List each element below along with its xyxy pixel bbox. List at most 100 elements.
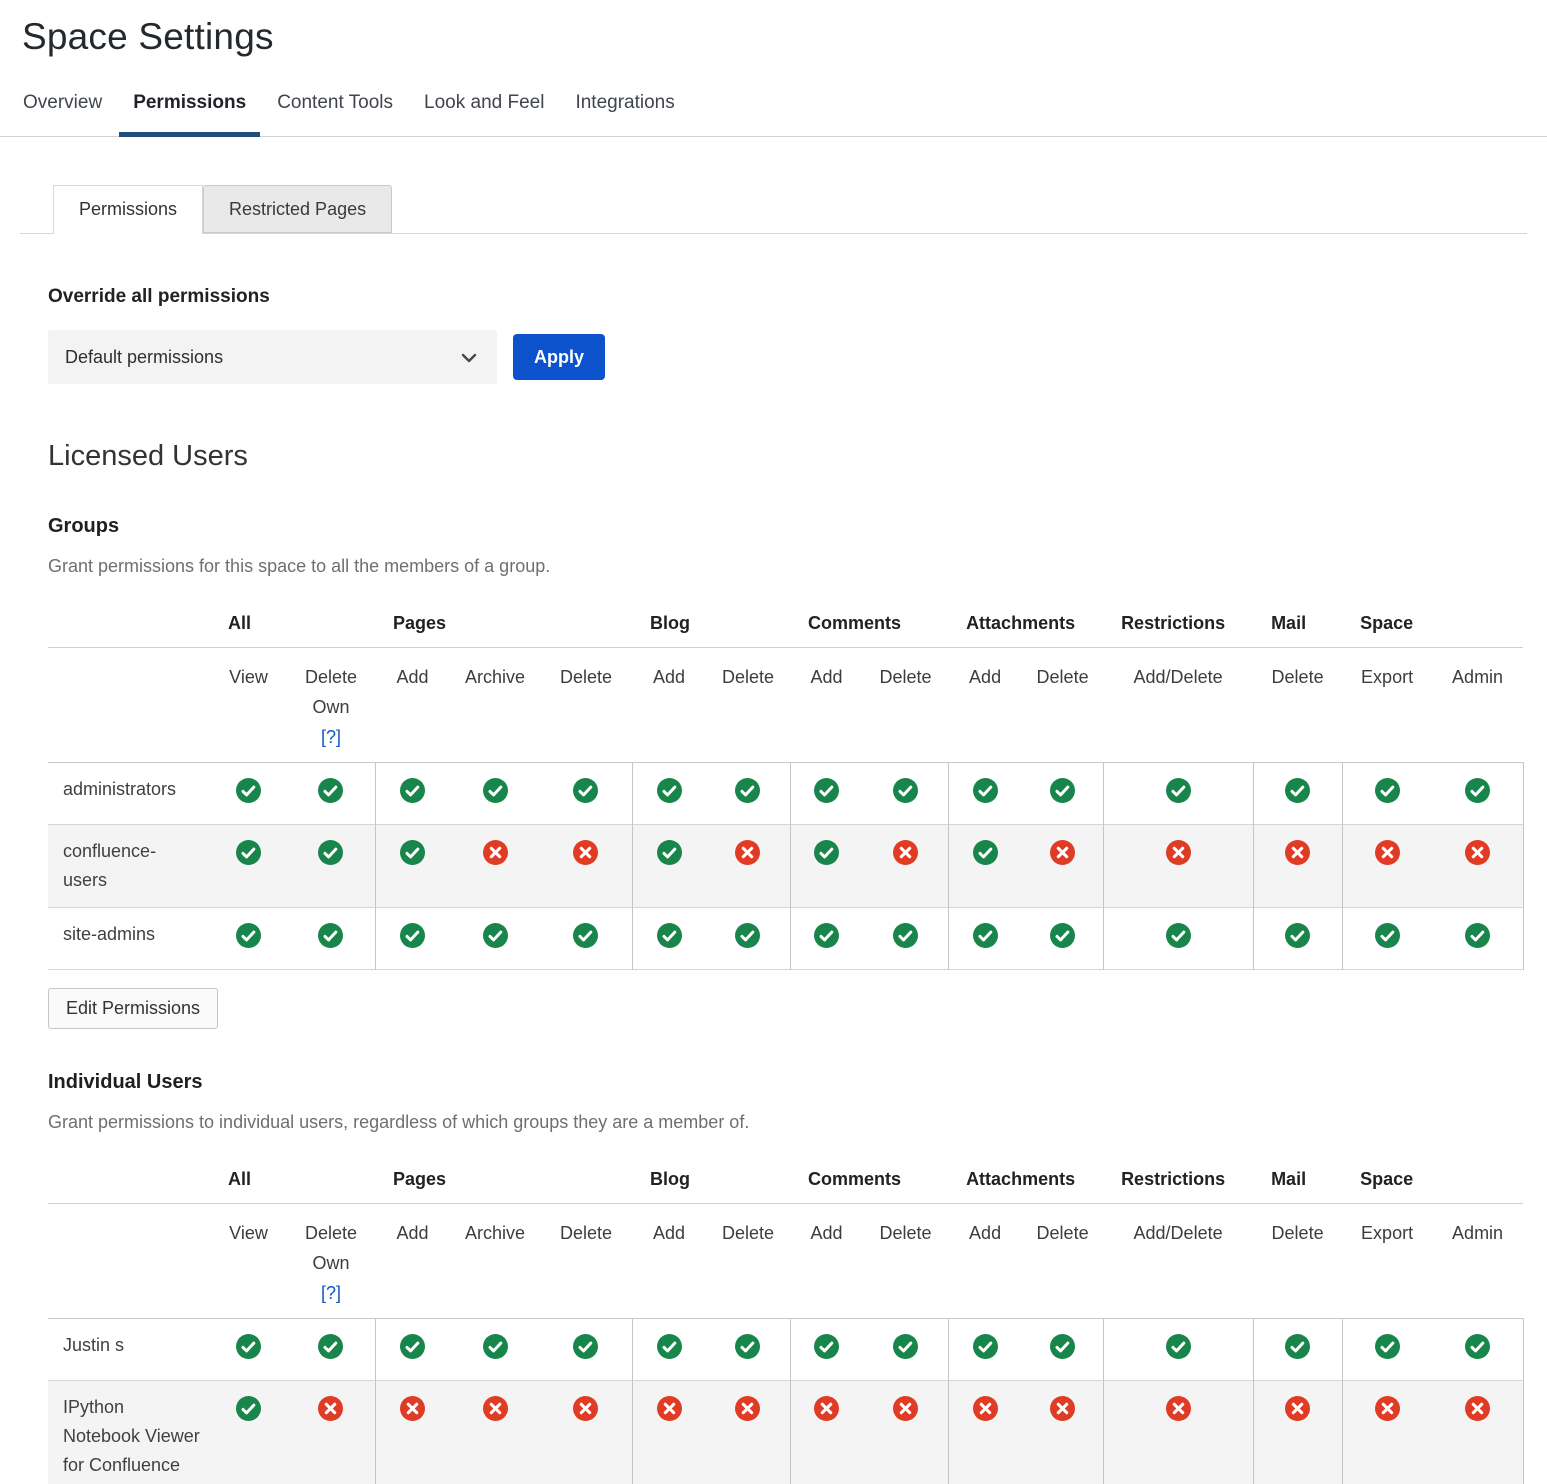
permission-allowed-icon	[573, 923, 598, 948]
permission-cell	[210, 763, 287, 825]
permission-allowed-icon	[735, 1334, 760, 1359]
permission-denied-icon	[573, 1396, 598, 1421]
permission-allowed-icon	[657, 1334, 682, 1359]
column-group-restrictions: Restrictions	[1103, 1159, 1253, 1204]
subtab-restricted-pages[interactable]: Restricted Pages	[203, 185, 392, 233]
permission-allowed-icon	[893, 1334, 918, 1359]
column-header-add: Add	[790, 648, 863, 763]
permission-allowed-icon	[1166, 923, 1191, 948]
permission-allowed-icon	[1375, 923, 1400, 948]
permission-row: IPython Notebook Viewer for Confluence	[48, 1381, 1523, 1484]
permission-cell	[790, 1381, 863, 1484]
nav-tab-overview[interactable]: Overview	[22, 92, 103, 136]
permission-denied-icon	[400, 1396, 425, 1421]
permission-cell	[287, 908, 375, 970]
permission-allowed-icon	[318, 778, 343, 803]
permission-denied-icon	[1050, 840, 1075, 865]
delete-own-help-link[interactable]: [?]	[287, 722, 375, 752]
nav-tab-permissions[interactable]: Permissions	[132, 92, 247, 136]
column-header-admin: Admin	[1432, 1204, 1523, 1319]
permission-cell	[1342, 908, 1432, 970]
permission-cell	[375, 1319, 450, 1381]
permission-cell	[1022, 1381, 1103, 1484]
permission-cell	[1103, 1381, 1253, 1484]
permission-row: administrators	[48, 763, 1523, 825]
permission-row: site-admins	[48, 908, 1523, 970]
delete-own-help-link[interactable]: [?]	[287, 1278, 375, 1308]
permission-cell	[632, 1381, 706, 1484]
column-header-add: Add	[375, 1204, 450, 1319]
column-header-delete: Delete	[863, 1204, 948, 1319]
permission-cell	[1253, 1381, 1342, 1484]
permission-cell	[287, 763, 375, 825]
column-header-delete: Delete	[540, 648, 632, 763]
permission-allowed-icon	[814, 840, 839, 865]
row-label-column-subheader	[48, 1204, 210, 1319]
permission-cell	[790, 1319, 863, 1381]
override-permissions-heading: Override all permissions	[48, 286, 1523, 308]
permission-cell	[287, 1319, 375, 1381]
permission-cell	[450, 908, 540, 970]
permission-denied-icon	[657, 1396, 682, 1421]
column-header-delete-own: Delete Own[?]	[287, 1204, 375, 1319]
permission-denied-icon	[1166, 1396, 1191, 1421]
permission-allowed-icon	[814, 778, 839, 803]
column-header-delete-own: Delete Own[?]	[287, 648, 375, 763]
permission-cell	[863, 908, 948, 970]
permissions-preset-select[interactable]: Default permissions	[48, 330, 497, 384]
column-header-add-delete: Add/Delete	[1103, 648, 1253, 763]
apply-button[interactable]: Apply	[513, 334, 605, 380]
permissions-preset-value: Default permissions	[65, 347, 223, 368]
permission-cell	[948, 763, 1022, 825]
column-header-export: Export	[1342, 648, 1432, 763]
permission-denied-icon	[1285, 840, 1310, 865]
permission-cell	[863, 1381, 948, 1484]
permission-cell	[1342, 1319, 1432, 1381]
column-group-blog: Blog	[632, 1159, 790, 1204]
permission-cell	[1432, 908, 1523, 970]
row-label-column-header	[48, 1159, 210, 1204]
groups-permissions-table: AllPagesBlogCommentsAttachmentsRestricti…	[48, 603, 1524, 970]
permission-cell	[948, 825, 1022, 908]
permission-allowed-icon	[973, 923, 998, 948]
permission-cell	[540, 908, 632, 970]
permission-cell	[540, 763, 632, 825]
permission-allowed-icon	[1285, 778, 1310, 803]
permission-denied-icon	[483, 1396, 508, 1421]
nav-tab-content-tools[interactable]: Content Tools	[276, 92, 394, 136]
edit-permissions-button[interactable]: Edit Permissions	[48, 988, 218, 1029]
permission-cell	[210, 1381, 287, 1484]
permission-cell	[632, 1319, 706, 1381]
permission-allowed-icon	[318, 1334, 343, 1359]
page-title: Space Settings	[22, 16, 1547, 58]
permission-cell	[948, 1319, 1022, 1381]
column-group-space: Space	[1342, 1159, 1523, 1204]
nav-tab-integrations[interactable]: Integrations	[574, 92, 675, 136]
permission-cell	[948, 908, 1022, 970]
permission-cell	[632, 908, 706, 970]
permission-denied-icon	[318, 1396, 343, 1421]
permission-allowed-icon	[1465, 1334, 1490, 1359]
permission-cell	[863, 825, 948, 908]
permission-cell	[863, 763, 948, 825]
subtab-permissions[interactable]: Permissions	[53, 185, 203, 234]
permission-allowed-icon	[483, 923, 508, 948]
permission-allowed-icon	[814, 923, 839, 948]
permission-allowed-icon	[318, 923, 343, 948]
permission-allowed-icon	[1050, 1334, 1075, 1359]
licensed-users-heading: Licensed Users	[48, 440, 1523, 473]
permission-allowed-icon	[400, 1334, 425, 1359]
column-header-archive: Archive	[450, 1204, 540, 1319]
permission-allowed-icon	[236, 1396, 261, 1421]
column-header-view: View	[210, 1204, 287, 1319]
column-header-add: Add	[632, 1204, 706, 1319]
row-label: site-admins	[48, 908, 210, 970]
column-header-delete: Delete	[706, 1204, 790, 1319]
permission-cell	[790, 763, 863, 825]
nav-tab-look-and-feel[interactable]: Look and Feel	[423, 92, 545, 136]
permission-denied-icon	[1375, 1396, 1400, 1421]
permission-allowed-icon	[657, 840, 682, 865]
permission-cell	[1253, 1319, 1342, 1381]
column-group-attachments: Attachments	[948, 603, 1103, 648]
permission-denied-icon	[893, 1396, 918, 1421]
